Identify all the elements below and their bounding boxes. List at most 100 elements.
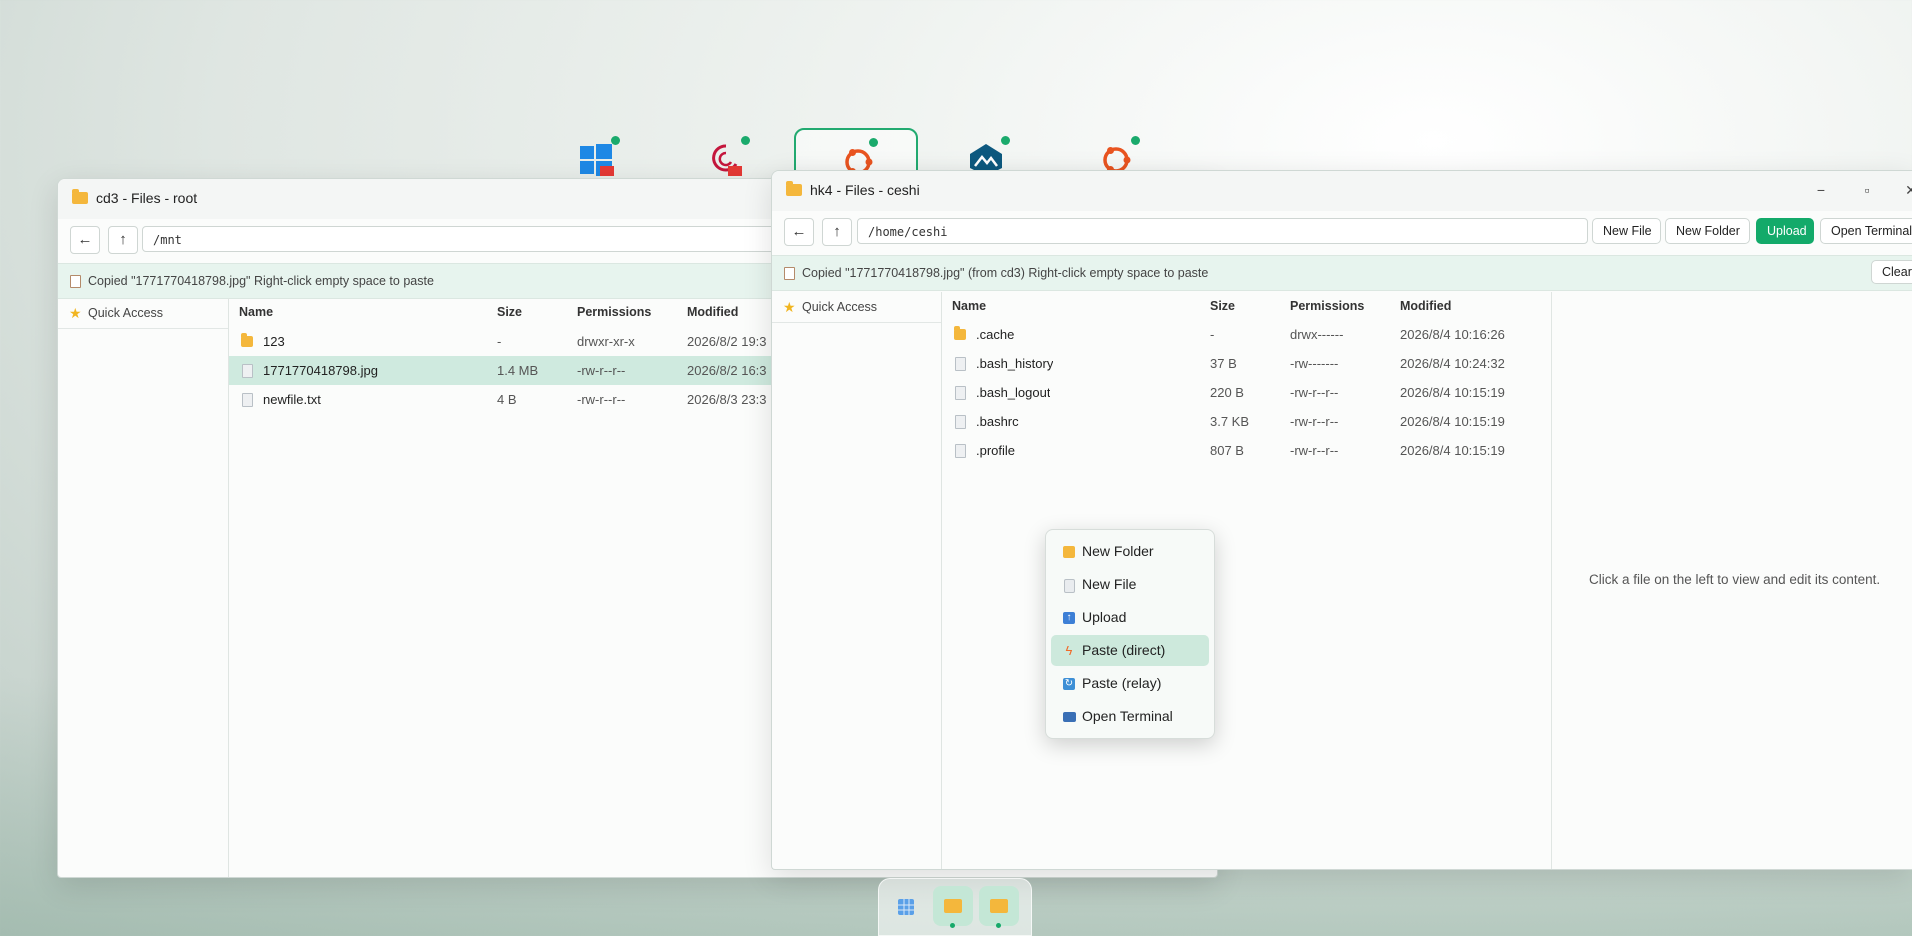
column-name[interactable]: Name (952, 294, 986, 318)
open-terminal-button[interactable]: Open Terminal (1820, 218, 1912, 244)
file-icon (242, 393, 253, 407)
column-size[interactable]: Size (497, 300, 522, 324)
file-size: 3.7 KB (1210, 414, 1250, 429)
file-row[interactable]: .bash_history 37 B -rw------- 2026/8/4 1… (942, 349, 1552, 378)
menu-item-paste-direct[interactable]: ϟ Paste (direct) (1051, 635, 1209, 666)
file-size: 37 B (1210, 356, 1237, 371)
menu-item-new-folder[interactable]: New Folder (1051, 536, 1209, 567)
quick-access-label: Quick Access (802, 300, 878, 314)
folder-icon (944, 899, 962, 913)
upload-icon: ↑ (1063, 612, 1075, 624)
file-permissions: -rw-r--r-- (1290, 443, 1339, 458)
column-modified[interactable]: Modified (1400, 294, 1451, 318)
file-permissions: drwxr-xr-x (577, 334, 635, 349)
clipboard-message: Copied "1771770418798.jpg" Right-click e… (88, 274, 434, 288)
file-icon (955, 415, 966, 429)
clipboard-icon (70, 275, 81, 288)
file-name: 1771770418798.jpg (263, 363, 378, 378)
close-button[interactable]: ✕ (1900, 179, 1912, 201)
minimize-button[interactable]: − (1810, 179, 1832, 201)
file-row[interactable]: .bashrc 3.7 KB -rw-r--r-- 2026/8/4 10:15… (942, 407, 1552, 436)
file-icon (955, 444, 966, 458)
file-permissions: -rw-r--r-- (1290, 385, 1339, 400)
file-row[interactable]: .bash_logout 220 B -rw-r--r-- 2026/8/4 1… (942, 378, 1552, 407)
maximize-button[interactable]: ▫ (1856, 179, 1878, 201)
file-permissions: drwx------ (1290, 327, 1344, 342)
back-button[interactable]: ← (70, 226, 100, 254)
menu-item-label: New File (1082, 576, 1137, 592)
quick-access-item[interactable]: ★ Quick Access (772, 292, 941, 323)
file-icon (242, 364, 253, 378)
file-icon (955, 386, 966, 400)
file-row[interactable]: .profile 807 B -rw-r--r-- 2026/8/4 10:15… (942, 436, 1552, 465)
folder-icon (1063, 546, 1075, 558)
file-size: - (497, 334, 502, 349)
column-permissions[interactable]: Permissions (577, 300, 651, 324)
dock-item-files-2[interactable] (979, 886, 1019, 928)
file-modified: 2026/8/4 10:15:19 (1400, 385, 1505, 400)
file-list-header: Name Size Permissions Modified (942, 294, 1552, 318)
path-input[interactable]: /mnt (142, 226, 842, 252)
menu-item-label: New Folder (1082, 543, 1154, 559)
file-size: 4 B (497, 392, 517, 407)
folder-icon (990, 899, 1008, 913)
column-permissions[interactable]: Permissions (1290, 294, 1364, 318)
menu-item-label: Paste (direct) (1082, 642, 1166, 658)
menu-item-label: Upload (1082, 609, 1127, 625)
star-icon: ★ (783, 299, 796, 315)
context-menu: New Folder New File ↑ Upload ϟ Paste (di… (1045, 529, 1215, 739)
dock-item-files-1[interactable] (933, 886, 973, 928)
running-indicator (996, 923, 1001, 928)
file-permissions: -rw------- (1290, 356, 1339, 371)
up-button[interactable]: ↑ (108, 226, 138, 254)
column-modified[interactable]: Modified (687, 300, 738, 324)
upload-button[interactable]: Upload (1756, 218, 1814, 244)
new-file-button[interactable]: New File (1592, 218, 1661, 244)
file-icon (1064, 579, 1075, 593)
column-size[interactable]: Size (1210, 294, 1235, 318)
back-button[interactable]: ← (784, 218, 814, 246)
terminal-icon (1063, 712, 1076, 722)
window-title: cd3 - Files - root (96, 190, 198, 206)
menu-item-upload[interactable]: ↑ Upload (1051, 602, 1209, 633)
clipboard-message: Copied "1771770418798.jpg" (from cd3) Ri… (802, 266, 1209, 280)
window-toolbar: ← ↑ /home/ceshi New File New Folder Uplo… (772, 211, 1912, 251)
menu-item-open-terminal[interactable]: Open Terminal (1051, 701, 1209, 732)
file-modified: 2026/8/2 19:3 (687, 334, 767, 349)
window-title: hk4 - Files - ceshi (810, 182, 920, 198)
dock-item-apps[interactable] (885, 886, 925, 926)
grid-app-icon (898, 899, 914, 915)
quick-access-item[interactable]: ★ Quick Access (58, 298, 228, 329)
file-size: - (1210, 327, 1215, 342)
menu-item-new-file[interactable]: New File (1051, 569, 1209, 600)
file-row-folder[interactable]: .cache - drwx------ 2026/8/4 10:16:26 (942, 320, 1552, 349)
path-input[interactable]: /home/ceshi (857, 218, 1588, 244)
file-icon (955, 357, 966, 371)
relay-icon: ↻ (1063, 678, 1075, 690)
running-indicator (950, 923, 955, 928)
file-permissions: -rw-r--r-- (1290, 414, 1339, 429)
file-modified: 2026/8/4 10:15:19 (1400, 443, 1505, 458)
file-list: Name Size Permissions Modified .cache - … (942, 294, 1552, 869)
column-name[interactable]: Name (239, 300, 273, 324)
file-size: 1.4 MB (497, 363, 539, 378)
folder-icon (72, 189, 88, 204)
window-titlebar[interactable]: hk4 - Files - ceshi − ▫ ✕ (772, 171, 1912, 211)
quick-access-label: Quick Access (88, 306, 164, 320)
clipboard-banner: Copied "1771770418798.jpg" (from cd3) Ri… (772, 255, 1912, 291)
preview-hint: Click a file on the left to view and edi… (1589, 572, 1881, 587)
preview-pane: Click a file on the left to view and edi… (1552, 292, 1912, 869)
star-icon: ★ (69, 305, 82, 321)
file-name: 123 (263, 334, 285, 349)
menu-item-paste-relay[interactable]: ↻ Paste (relay) (1051, 668, 1209, 699)
clear-clipboard-button[interactable]: Clear (1871, 260, 1912, 284)
new-folder-button[interactable]: New Folder (1665, 218, 1750, 244)
debian-icon (712, 144, 742, 176)
up-button[interactable]: ↑ (822, 218, 852, 246)
sidebar: ★ Quick Access (772, 292, 942, 869)
file-name: .bash_history (976, 356, 1054, 371)
file-name: .bash_logout (976, 385, 1051, 400)
file-name: newfile.txt (263, 392, 321, 407)
file-modified: 2026/8/2 16:3 (687, 363, 767, 378)
taskbar-dock (878, 878, 1032, 936)
